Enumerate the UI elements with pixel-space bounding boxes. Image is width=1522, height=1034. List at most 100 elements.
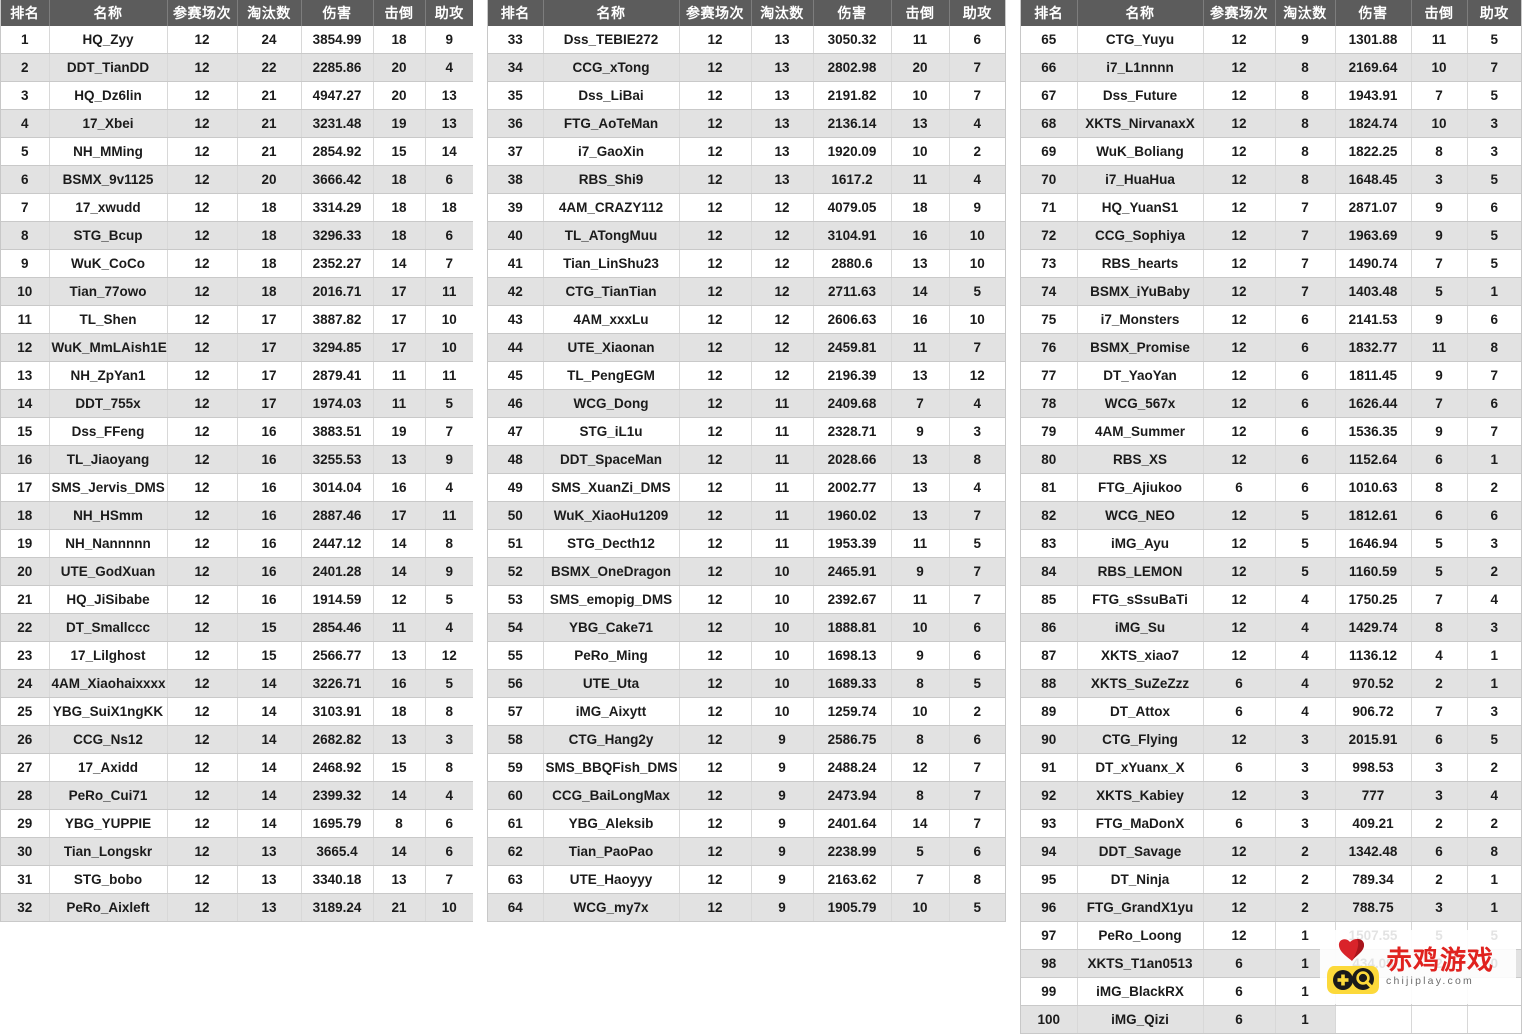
column-header-matches[interactable]: 参赛场次 [678,0,752,26]
table-row[interactable]: 41 Tian_LinShu23 12 12 2880.6 13 10 [488,249,1005,278]
table-row[interactable]: 10 Tian_77owo 12 18 2016.71 17 11 [1,277,473,306]
table-row[interactable]: 65 CTG_Yuyu 12 9 1301.88 11 5 [1021,26,1521,54]
table-row[interactable]: 21 HQ_JiSibabe 12 16 1914.59 12 5 [1,585,473,614]
table-row[interactable]: 19 NH_Nannnnn 12 16 2447.12 14 8 [1,529,473,558]
table-row[interactable]: 53 SMS_emopig_DMS 12 10 2392.67 11 7 [488,585,1005,614]
table-row[interactable]: 57 iMG_Aixytt 12 10 1259.74 10 2 [488,697,1005,726]
table-row[interactable]: 77 DT_YaoYan 12 6 1811.45 9 7 [1021,361,1521,390]
table-row[interactable]: 51 STG_Decth12 12 11 1953.39 11 5 [488,529,1005,558]
table-row[interactable]: 84 RBS_LEMON 12 5 1160.59 5 2 [1021,557,1521,586]
table-row[interactable]: 28 PeRo_Cui71 12 14 2399.32 14 4 [1,781,473,810]
table-row[interactable]: 69 WuK_Boliang 12 8 1822.25 8 3 [1021,137,1521,166]
column-header-knockdowns[interactable]: 击倒 [372,0,426,26]
table-row[interactable]: 23 17_Lilghost 12 15 2566.77 13 12 [1,641,473,670]
table-row[interactable]: 33 Dss_TEBIE272 12 13 3050.32 11 6 [488,26,1005,54]
table-row[interactable]: 54 YBG_Cake71 12 10 1888.81 10 6 [488,613,1005,642]
column-header-matches[interactable]: 参赛场次 [1202,0,1276,26]
table-row[interactable]: 87 XKTS_xiao7 12 4 1136.12 4 1 [1021,641,1521,670]
table-row[interactable]: 68 XKTS_NirvanaxX 12 8 1824.74 10 3 [1021,109,1521,138]
table-row[interactable]: 83 iMG_Ayu 12 5 1646.94 5 3 [1021,529,1521,558]
table-row[interactable]: 36 FTG_AoTeMan 12 13 2136.14 13 4 [488,109,1005,138]
table-row[interactable]: 1 HQ_Zyy 12 24 3854.99 18 9 [1,26,473,54]
table-row[interactable]: 15 Dss_FFeng 12 16 3883.51 19 7 [1,417,473,446]
table-row[interactable]: 59 SMS_BBQFish_DMS 12 9 2488.24 12 7 [488,753,1005,782]
table-row[interactable]: 79 4AM_Summer 12 6 1536.35 9 7 [1021,417,1521,446]
table-row[interactable]: 14 DDT_755x 12 17 1974.03 11 5 [1,389,473,418]
table-row[interactable]: 52 BSMX_OneDragon 12 10 2465.91 9 7 [488,557,1005,586]
column-header-assists[interactable]: 助攻 [424,0,473,26]
table-row[interactable]: 2 DDT_TianDD 12 22 2285.86 20 4 [1,53,473,82]
table-row[interactable]: 48 DDT_SpaceMan 12 11 2028.66 13 8 [488,445,1005,474]
table-row[interactable]: 30 Tian_Longskr 12 13 3665.4 14 6 [1,837,473,866]
table-row[interactable]: 73 RBS_hearts 12 7 1490.74 7 5 [1021,249,1521,278]
table-row[interactable]: 85 FTG_sSsuBaTi 12 4 1750.25 7 4 [1021,585,1521,614]
table-row[interactable]: 67 Dss_Future 12 8 1943.91 7 5 [1021,81,1521,110]
table-row[interactable]: 31 STG_bobo 12 13 3340.18 13 7 [1,865,473,894]
table-row[interactable]: 66 i7_L1nnnn 12 8 2169.64 10 7 [1021,53,1521,82]
column-header-eliminations[interactable]: 淘汰数 [750,0,814,26]
table-row[interactable]: 4 17_Xbei 12 21 3231.48 19 13 [1,109,473,138]
table-row[interactable]: 38 RBS_Shi9 12 13 1617.2 11 4 [488,165,1005,194]
table-row[interactable]: 20 UTE_GodXuan 12 16 2401.28 14 9 [1,557,473,586]
table-row[interactable]: 89 DT_Attox 6 4 906.72 7 3 [1021,697,1521,726]
table-row[interactable]: 90 CTG_Flying 12 3 2015.91 6 5 [1021,725,1521,754]
table-row[interactable]: 70 i7_HuaHua 12 8 1648.45 3 5 [1021,165,1521,194]
table-row[interactable]: 61 YBG_Aleksib 12 9 2401.64 14 7 [488,809,1005,838]
table-row[interactable]: 42 CTG_TianTian 12 12 2711.63 14 5 [488,277,1005,306]
table-row[interactable]: 16 TL_Jiaoyang 12 16 3255.53 13 9 [1,445,473,474]
table-row[interactable]: 26 CCG_Ns12 12 14 2682.82 13 3 [1,725,473,754]
table-row[interactable]: 35 Dss_LiBai 12 13 2191.82 10 7 [488,81,1005,110]
table-row[interactable]: 18 NH_HSmm 12 16 2887.46 17 11 [1,501,473,530]
column-header-damage[interactable]: 伤害 [812,0,892,26]
table-row[interactable]: 25 YBG_SuiX1ngKK 12 14 3103.91 18 8 [1,697,473,726]
column-header-eliminations[interactable]: 淘汰数 [1274,0,1336,26]
table-row[interactable]: 97 PeRo_Loong 12 1 1507.55 5 5 [1021,921,1521,950]
table-row[interactable]: 72 CCG_Sophiya 12 7 1963.69 9 5 [1021,221,1521,250]
table-row[interactable]: 76 BSMX_Promise 12 6 1832.77 11 8 [1021,333,1521,362]
table-row[interactable]: 74 BSMX_iYuBaby 12 7 1403.48 5 1 [1021,277,1521,306]
column-header-rank[interactable]: 排名 [1021,0,1078,26]
column-header-name[interactable]: 名称 [542,0,680,26]
table-row[interactable]: 64 WCG_my7x 12 9 1905.79 10 5 [488,893,1005,922]
table-row[interactable]: 44 UTE_Xiaonan 12 12 2459.81 11 7 [488,333,1005,362]
table-row[interactable]: 39 4AM_CRAZY112 12 12 4079.05 18 9 [488,193,1005,222]
table-row[interactable]: 98 XKTS_T1an0513 6 1 434.09 2 0 [1021,949,1521,978]
column-header-matches[interactable]: 参赛场次 [166,0,238,26]
table-row[interactable]: 29 YBG_YUPPIE 12 14 1695.79 8 6 [1,809,473,838]
column-header-damage[interactable]: 伤害 [300,0,374,26]
table-row[interactable]: 40 TL_ATongMuu 12 12 3104.91 16 10 [488,221,1005,250]
table-row[interactable]: 93 FTG_MaDonX 6 3 409.21 2 2 [1021,809,1521,838]
column-header-eliminations[interactable]: 淘汰数 [236,0,302,26]
table-row[interactable]: 55 PeRo_Ming 12 10 1698.13 9 6 [488,641,1005,670]
column-header-damage[interactable]: 伤害 [1334,0,1412,26]
table-row[interactable]: 8 STG_Bcup 12 18 3296.33 18 6 [1,221,473,250]
table-row[interactable]: 58 CTG_Hang2y 12 9 2586.75 8 6 [488,725,1005,754]
table-row[interactable]: 34 CCG_xTong 12 13 2802.98 20 7 [488,53,1005,82]
table-row[interactable]: 56 UTE_Uta 12 10 1689.33 8 5 [488,669,1005,698]
table-row[interactable]: 7 17_xwudd 12 18 3314.29 18 18 [1,193,473,222]
table-row[interactable]: 96 FTG_GrandX1yu 12 2 788.75 3 1 [1021,893,1521,922]
table-row[interactable]: 9 WuK_CoCo 12 18 2352.27 14 7 [1,249,473,278]
column-header-name[interactable]: 名称 [48,0,168,26]
table-row[interactable]: 94 DDT_Savage 12 2 1342.48 6 8 [1021,837,1521,866]
table-row[interactable]: 78 WCG_567x 12 6 1626.44 7 6 [1021,389,1521,418]
table-row[interactable]: 12 WuK_MmLAish1Er 12 17 3294.85 17 10 [1,333,473,362]
column-header-name[interactable]: 名称 [1076,0,1204,26]
table-row[interactable]: 92 XKTS_Kabiey 12 3 777 3 4 [1021,781,1521,810]
table-row[interactable]: 46 WCG_Dong 12 11 2409.68 7 4 [488,389,1005,418]
table-row[interactable]: 95 DT_Ninja 12 2 789.34 2 1 [1021,865,1521,894]
table-row[interactable]: 49 SMS_XuanZi_DMS 12 11 2002.77 13 4 [488,473,1005,502]
table-row[interactable]: 22 DT_Smallccc 12 15 2854.46 11 4 [1,613,473,642]
column-header-assists[interactable]: 助攻 [948,0,1005,26]
table-row[interactable]: 6 BSMX_9v1125 12 20 3666.42 18 6 [1,165,473,194]
table-row[interactable]: 81 FTG_Ajiukoo 6 6 1010.63 8 2 [1021,473,1521,502]
table-row[interactable]: 13 NH_ZpYan1 12 17 2879.41 11 11 [1,361,473,390]
table-row[interactable]: 27 17_Axidd 12 14 2468.92 15 8 [1,753,473,782]
table-row[interactable]: 75 i7_Monsters 12 6 2141.53 9 6 [1021,305,1521,334]
table-row[interactable]: 43 4AM_xxxLu 12 12 2606.63 16 10 [488,305,1005,334]
column-header-knockdowns[interactable]: 击倒 [1410,0,1468,26]
table-row[interactable]: 5 NH_MMing 12 21 2854.92 15 14 [1,137,473,166]
table-row[interactable]: 63 UTE_Haoyyy 12 9 2163.62 7 8 [488,865,1005,894]
table-row[interactable]: 60 CCG_BaiLongMax 12 9 2473.94 8 7 [488,781,1005,810]
table-row[interactable]: 45 TL_PengEGM 12 12 2196.39 13 12 [488,361,1005,390]
